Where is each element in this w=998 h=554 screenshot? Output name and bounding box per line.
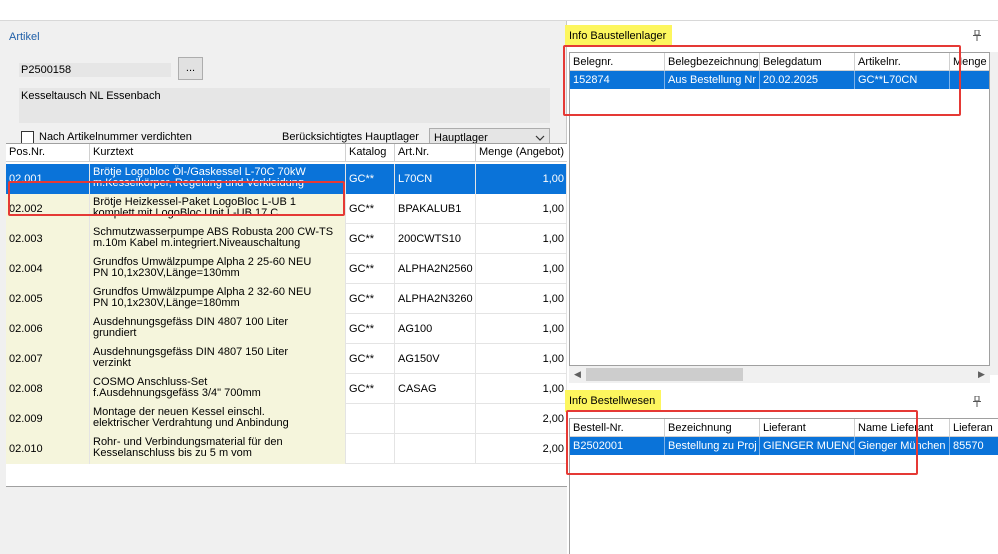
pin-icon[interactable] <box>973 29 981 44</box>
table-row[interactable]: 02.004 Grundfos Umwälzpumpe Alpha 2 25-60… <box>6 254 567 284</box>
cell-artnr: ALPHA2N3260 <box>395 284 476 314</box>
cell-katalog: GC** <box>346 284 395 314</box>
cell-posnr: 02.005 <box>6 284 90 314</box>
cell-lieferant-2: 85570 <box>950 437 998 455</box>
cell-posnr: 02.008 <box>6 374 90 404</box>
cell-kurztext: Ausdehnungsgefäss DIN 4807 100 Liter grun… <box>90 314 346 344</box>
table-row[interactable]: 02.008 COSMO Anschluss-Set f.Ausdehnungsge… <box>6 374 567 404</box>
cell-kurztext: COSMO Anschluss-Set f.Ausdehnungsgefäss 3… <box>90 374 346 404</box>
cell-artnr <box>395 404 476 434</box>
scroll-right-icon[interactable]: ▶ <box>973 366 990 383</box>
kurztext-line-2: grundiert <box>93 327 137 339</box>
cell-katalog: GC** <box>346 314 395 344</box>
cell-kurztext: Grundfos Umwälzpumpe Alpha 2 32-60 NEU PN… <box>90 284 346 314</box>
cell-posnr: 02.010 <box>6 434 90 464</box>
table-row[interactable]: 02.007 Ausdehnungsgefäss DIN 4807 150 Lit… <box>6 344 567 374</box>
kurztext-line-2: elektrischer Verdrahtung und Anbindung <box>93 417 289 429</box>
scroll-left-icon[interactable]: ◀ <box>569 366 586 383</box>
cell-katalog: GC** <box>346 194 395 224</box>
hauptlager-label: Berücksichtigtes Hauptlager <box>282 131 419 143</box>
col-header-posnr[interactable]: Pos.Nr. <box>6 144 90 162</box>
kurztext-line-2: f.Ausdehnungsgefäss 3/4" 700mm <box>93 387 261 399</box>
cell-menge: 1,00 <box>476 224 567 254</box>
scroll-thumb[interactable] <box>586 368 743 381</box>
cell-menge: 2,00 <box>476 434 567 464</box>
annotation-box <box>566 410 918 475</box>
cell-menge: 1,00 <box>476 254 567 284</box>
cell-posnr: 02.007 <box>6 344 90 374</box>
cell-posnr: 02.006 <box>6 314 90 344</box>
bestellwesen-title: Info Bestellwesen <box>565 390 662 412</box>
pin-icon[interactable] <box>973 395 981 410</box>
col-header-katalog[interactable]: Katalog <box>346 144 395 162</box>
cell-kurztext: Montage der neuen Kessel einschl. elektri… <box>90 404 346 434</box>
cell-kurztext: Schmutzwasserpumpe ABS Robusta 200 CW-TS… <box>90 224 346 254</box>
positions-grid-empty-area <box>6 486 567 554</box>
kurztext-line-2: PN 10,1x230V,Länge=180mm <box>93 297 240 309</box>
beschreibung-field[interactable]: Kesseltausch NL Essenbach <box>19 88 550 123</box>
cell-menge: 1,00 <box>476 344 567 374</box>
col-header-kurztext[interactable]: Kurztext <box>90 144 346 162</box>
cell-katalog: GC** <box>346 224 395 254</box>
cell-katalog: GC** <box>346 164 395 194</box>
annotation-box <box>8 181 345 216</box>
cell-kurztext: Ausdehnungsgefäss DIN 4807 150 Liter verz… <box>90 344 346 374</box>
col-header-menge[interactable]: Menge (Angebot) <box>476 144 567 162</box>
annotation-box <box>563 45 961 116</box>
baustellenlager-vscrollbar[interactable] <box>990 52 998 375</box>
cell-kurztext: Rohr- und Verbindungsmaterial für den Kes… <box>90 434 346 464</box>
cell-katalog: GC** <box>346 254 395 284</box>
kurztext-line-2: Kesselanschluss bis zu 5 m vom <box>93 447 252 459</box>
cell-artnr: 200CWTS10 <box>395 224 476 254</box>
table-row[interactable]: 02.009 Montage der neuen Kessel einschl. e… <box>6 404 567 434</box>
cell-menge: 1,00 <box>476 194 567 224</box>
col-header-artnr[interactable]: Art.Nr. <box>395 144 476 162</box>
table-row[interactable]: 02.010 Rohr- und Verbindungsmaterial für … <box>6 434 567 464</box>
table-row[interactable]: 02.006 Ausdehnungsgefäss DIN 4807 100 Lit… <box>6 314 567 344</box>
table-row[interactable]: 02.005 Grundfos Umwälzpumpe Alpha 2 32-60… <box>6 284 567 314</box>
cell-katalog: GC** <box>346 374 395 404</box>
cell-menge: 1,00 <box>476 314 567 344</box>
cell-artnr: BPAKALUB1 <box>395 194 476 224</box>
col-header-lieferant-2[interactable]: Lieferan <box>950 419 998 437</box>
baustellenlager-title: Info Baustellenlager <box>565 25 673 47</box>
cell-posnr: 02.004 <box>6 254 90 284</box>
cell-posnr: 02.009 <box>6 404 90 434</box>
verdichten-label[interactable]: Nach Artikelnummer verdichten <box>39 131 192 143</box>
cell-menge: 2,00 <box>476 404 567 434</box>
cell-posnr: 02.003 <box>6 224 90 254</box>
cell-artnr: ALPHA2N2560 <box>395 254 476 284</box>
cell-artnr: AG150V <box>395 344 476 374</box>
kurztext-line-2: verzinkt <box>93 357 131 369</box>
kurztext-line-2: m.10m Kabel m.integriert.Niveauschaltung <box>93 237 301 249</box>
browse-button[interactable]: ... <box>178 57 203 80</box>
cell-katalog <box>346 404 395 434</box>
baustellenlager-hscrollbar[interactable]: ◀ ▶ <box>569 366 990 383</box>
cell-menge: 1,00 <box>476 284 567 314</box>
kurztext-line-2: PN 10,1x230V,Länge=130mm <box>93 267 240 279</box>
artikelnummer-field[interactable]: P2500158 <box>19 63 171 77</box>
cell-artnr: AG100 <box>395 314 476 344</box>
artikel-group-title: Artikel <box>9 31 40 43</box>
cell-katalog <box>346 434 395 464</box>
cell-artnr <box>395 434 476 464</box>
cell-katalog: GC** <box>346 344 395 374</box>
cell-artnr: CASAG <box>395 374 476 404</box>
cell-artnr: L70CN <box>395 164 476 194</box>
cell-menge: 1,00 <box>476 164 567 194</box>
positions-grid-header: Pos.Nr. Kurztext Katalog Art.Nr. Menge (… <box>6 144 567 162</box>
cell-menge: 1,00 <box>476 374 567 404</box>
cell-kurztext: Grundfos Umwälzpumpe Alpha 2 25-60 NEU PN… <box>90 254 346 284</box>
table-row[interactable]: 02.003 Schmutzwasserpumpe ABS Robusta 200… <box>6 224 567 254</box>
